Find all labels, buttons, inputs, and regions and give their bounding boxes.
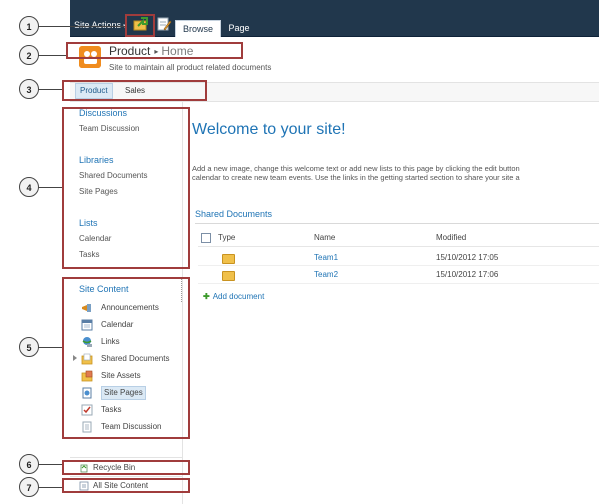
callout-number-4: 4 [19,177,39,197]
welcome-text: Add a new image, change this welcome tex… [192,164,599,182]
callout-box-7 [62,478,190,493]
folder-icon[interactable] [222,271,235,281]
callout-box-2 [66,42,243,59]
callout-number-2: 2 [19,45,39,65]
document-modified: 15/10/2012 17:05 [436,253,499,262]
add-document-label[interactable]: Add document [213,292,265,301]
column-header-name[interactable]: Name [314,233,335,242]
callout-number-3: 3 [19,79,39,99]
table-row-divider [198,265,599,266]
callout-line-4 [38,187,62,188]
tab-browse[interactable]: Browse [175,20,221,37]
folder-icon[interactable] [222,254,235,264]
site-actions-menu[interactable]: Site Actions▾ [74,20,127,30]
welcome-text-line: Add a new image, change this welcome tex… [192,164,520,173]
sharepoint-page: Site Actions▾ Browse Page Product▸Home S… [0,0,599,504]
table-header-divider [198,246,599,247]
shared-documents-title[interactable]: Shared Documents [195,209,272,219]
select-all-checkbox[interactable] [201,233,211,243]
left-nav-separator [70,457,182,458]
callout-box-3 [62,80,207,101]
callout-number-6: 6 [19,454,39,474]
tab-page[interactable]: Page [224,20,254,36]
callout-line-6 [38,464,62,465]
document-name-link[interactable]: Team1 [314,253,338,262]
callout-number-7: 7 [19,477,39,497]
callout-box-4 [62,107,190,269]
callout-line-1 [38,26,125,27]
table-row-divider [198,283,599,284]
callout-box-1 [125,14,155,37]
plus-icon[interactable]: ✚ [203,292,210,301]
add-document-link[interactable]: ✚ Add document [203,292,264,301]
document-modified: 15/10/2012 17:06 [436,270,499,279]
column-header-type[interactable]: Type [218,233,235,242]
callout-number-1: 1 [19,16,39,36]
callout-line-5 [38,347,62,348]
site-actions-label[interactable]: Site Actions [74,20,121,30]
left-nav-separator [70,476,182,477]
shared-documents-title-underline [195,223,599,224]
callout-line-7 [38,487,62,488]
callout-box-5 [62,277,190,439]
callout-line-2 [38,55,66,56]
callout-box-6 [62,460,190,475]
callout-line-3 [38,89,62,90]
callout-number-5: 5 [19,337,39,357]
edit-page-icon[interactable] [156,16,172,32]
welcome-title: Welcome to your site! [192,121,346,138]
welcome-text-line: calendar to create new team events. Use … [192,173,520,182]
site-description: Site to maintain all product related doc… [109,63,272,72]
column-header-modified[interactable]: Modified [436,233,466,242]
document-name-link[interactable]: Team2 [314,270,338,279]
